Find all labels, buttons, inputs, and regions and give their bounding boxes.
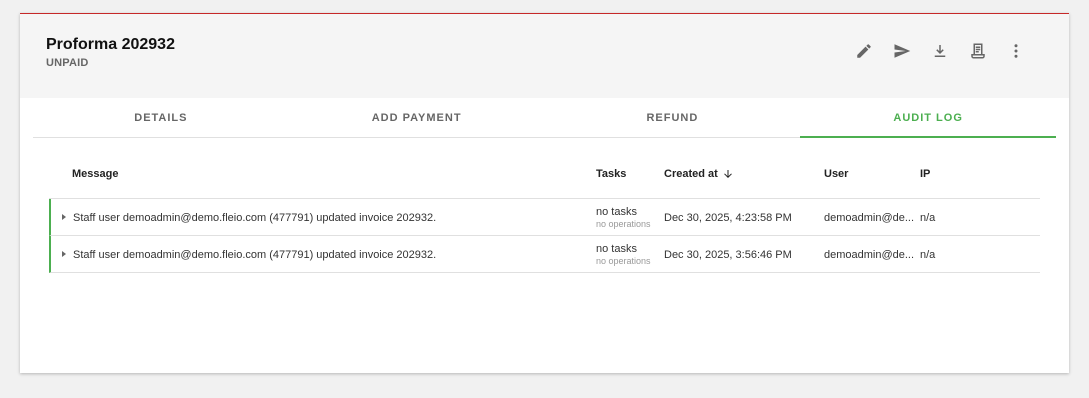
tab-add-payment[interactable]: ADD PAYMENT	[289, 98, 545, 137]
created-cell: Dec 30, 2025, 4:23:58 PM	[664, 211, 792, 224]
arrow-down-icon	[723, 170, 732, 178]
tasks-operations: no operations	[596, 255, 651, 266]
column-header-ip[interactable]: IP	[920, 168, 930, 180]
column-header-created-label: Created at	[664, 168, 718, 180]
more-button[interactable]	[997, 39, 1035, 63]
expand-caret-icon[interactable]	[62, 214, 66, 220]
ip-cell: n/a	[920, 211, 936, 224]
invoice-card: Proforma 202932 UNPAID DETAILS ADD PAYME…	[20, 13, 1069, 373]
created-cell: Dec 30, 2025, 3:56:46 PM	[664, 248, 792, 261]
column-header-created[interactable]: Created at	[664, 168, 734, 180]
user-cell: demoadmin@de...	[824, 248, 915, 261]
edit-button[interactable]	[845, 39, 883, 63]
ip-cell: n/a	[920, 248, 936, 261]
user-cell: demoadmin@de...	[824, 211, 915, 224]
table-header: Message Tasks Created at User IP	[49, 161, 1040, 199]
pencil-icon	[857, 44, 871, 58]
tasks-value: no tasks	[596, 205, 637, 218]
page-title: Proforma 202932	[46, 36, 175, 53]
send-button[interactable]	[883, 39, 921, 63]
table-row[interactable]: Staff user demoadmin@demo.fleio.com (477…	[49, 236, 1040, 273]
download-icon	[934, 45, 946, 57]
tab-audit-log[interactable]: AUDIT LOG	[800, 98, 1056, 138]
tasks-operations: no operations	[596, 218, 651, 229]
tab-bar: DETAILS ADD PAYMENT REFUND AUDIT LOG	[33, 98, 1056, 138]
column-header-user[interactable]: User	[824, 168, 848, 180]
audit-log-table: Message Tasks Created at User IP Staff u…	[49, 161, 1040, 273]
message-cell: Staff user demoadmin@demo.fleio.com (477…	[73, 248, 437, 261]
column-header-message[interactable]: Message	[72, 168, 118, 180]
invoice-header: Proforma 202932 UNPAID	[20, 14, 1069, 98]
receipt-button[interactable]	[959, 39, 997, 63]
expand-caret-icon[interactable]	[62, 251, 66, 257]
more-vert-icon	[1014, 44, 1018, 58]
receipt-icon	[971, 43, 985, 59]
tasks-cell: no tasks no operations	[596, 236, 651, 273]
status-badge: UNPAID	[46, 57, 89, 69]
tasks-cell: no tasks no operations	[596, 199, 651, 236]
tab-refund[interactable]: REFUND	[545, 98, 801, 137]
download-button[interactable]	[921, 39, 959, 63]
column-header-tasks[interactable]: Tasks	[596, 168, 626, 180]
tasks-value: no tasks	[596, 242, 637, 255]
table-row[interactable]: Staff user demoadmin@demo.fleio.com (477…	[49, 199, 1040, 236]
send-icon	[894, 44, 911, 58]
tab-details[interactable]: DETAILS	[33, 98, 289, 137]
header-actions	[845, 39, 1035, 63]
message-cell: Staff user demoadmin@demo.fleio.com (477…	[73, 211, 437, 224]
